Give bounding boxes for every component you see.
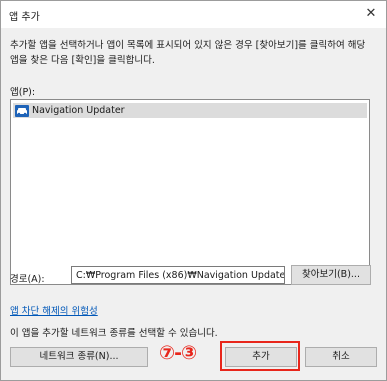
- network-type-button[interactable]: 네트워크 종류(N)...: [10, 347, 148, 367]
- add-button-highlight: [220, 341, 300, 371]
- car-icon: [15, 104, 29, 117]
- browse-button[interactable]: 찾아보기(B)...: [291, 265, 371, 285]
- path-field[interactable]: C:₩Program Files (x86)₩Navigation Update…: [71, 266, 285, 284]
- dialog-content: 추가할 앱을 선택하거나 앱이 목록에 표시되어 있지 않은 경우 [찾아보기]…: [1, 28, 386, 380]
- path-label: 경로(A):: [10, 274, 45, 285]
- cancel-button[interactable]: 취소: [305, 347, 377, 367]
- app-list-label: 앱(P):: [10, 87, 36, 98]
- network-type-info: 이 앱을 추가할 네트워크 종류를 선택할 수 있습니다.: [10, 328, 218, 339]
- unblock-risk-link[interactable]: 앱 차단 해제의 위험성: [10, 303, 98, 317]
- list-item[interactable]: Navigation Updater: [13, 103, 367, 118]
- instruction-text: 추가할 앱을 선택하거나 앱이 목록에 표시되어 있지 않은 경우 [찾아보기]…: [10, 40, 366, 66]
- close-icon[interactable]: ✕: [360, 3, 382, 25]
- app-listbox[interactable]: Navigation Updater: [10, 99, 370, 285]
- list-item-label: Navigation Updater: [32, 105, 125, 116]
- add-app-dialog: 앱 추가 ✕ 추가할 앱을 선택하거나 앱이 목록에 표시되어 있지 않은 경우…: [0, 0, 387, 381]
- dialog-title: 앱 추가: [9, 12, 40, 23]
- step-callout: ⑦-③: [159, 342, 197, 364]
- title-bar: 앱 추가 ✕: [1, 1, 386, 27]
